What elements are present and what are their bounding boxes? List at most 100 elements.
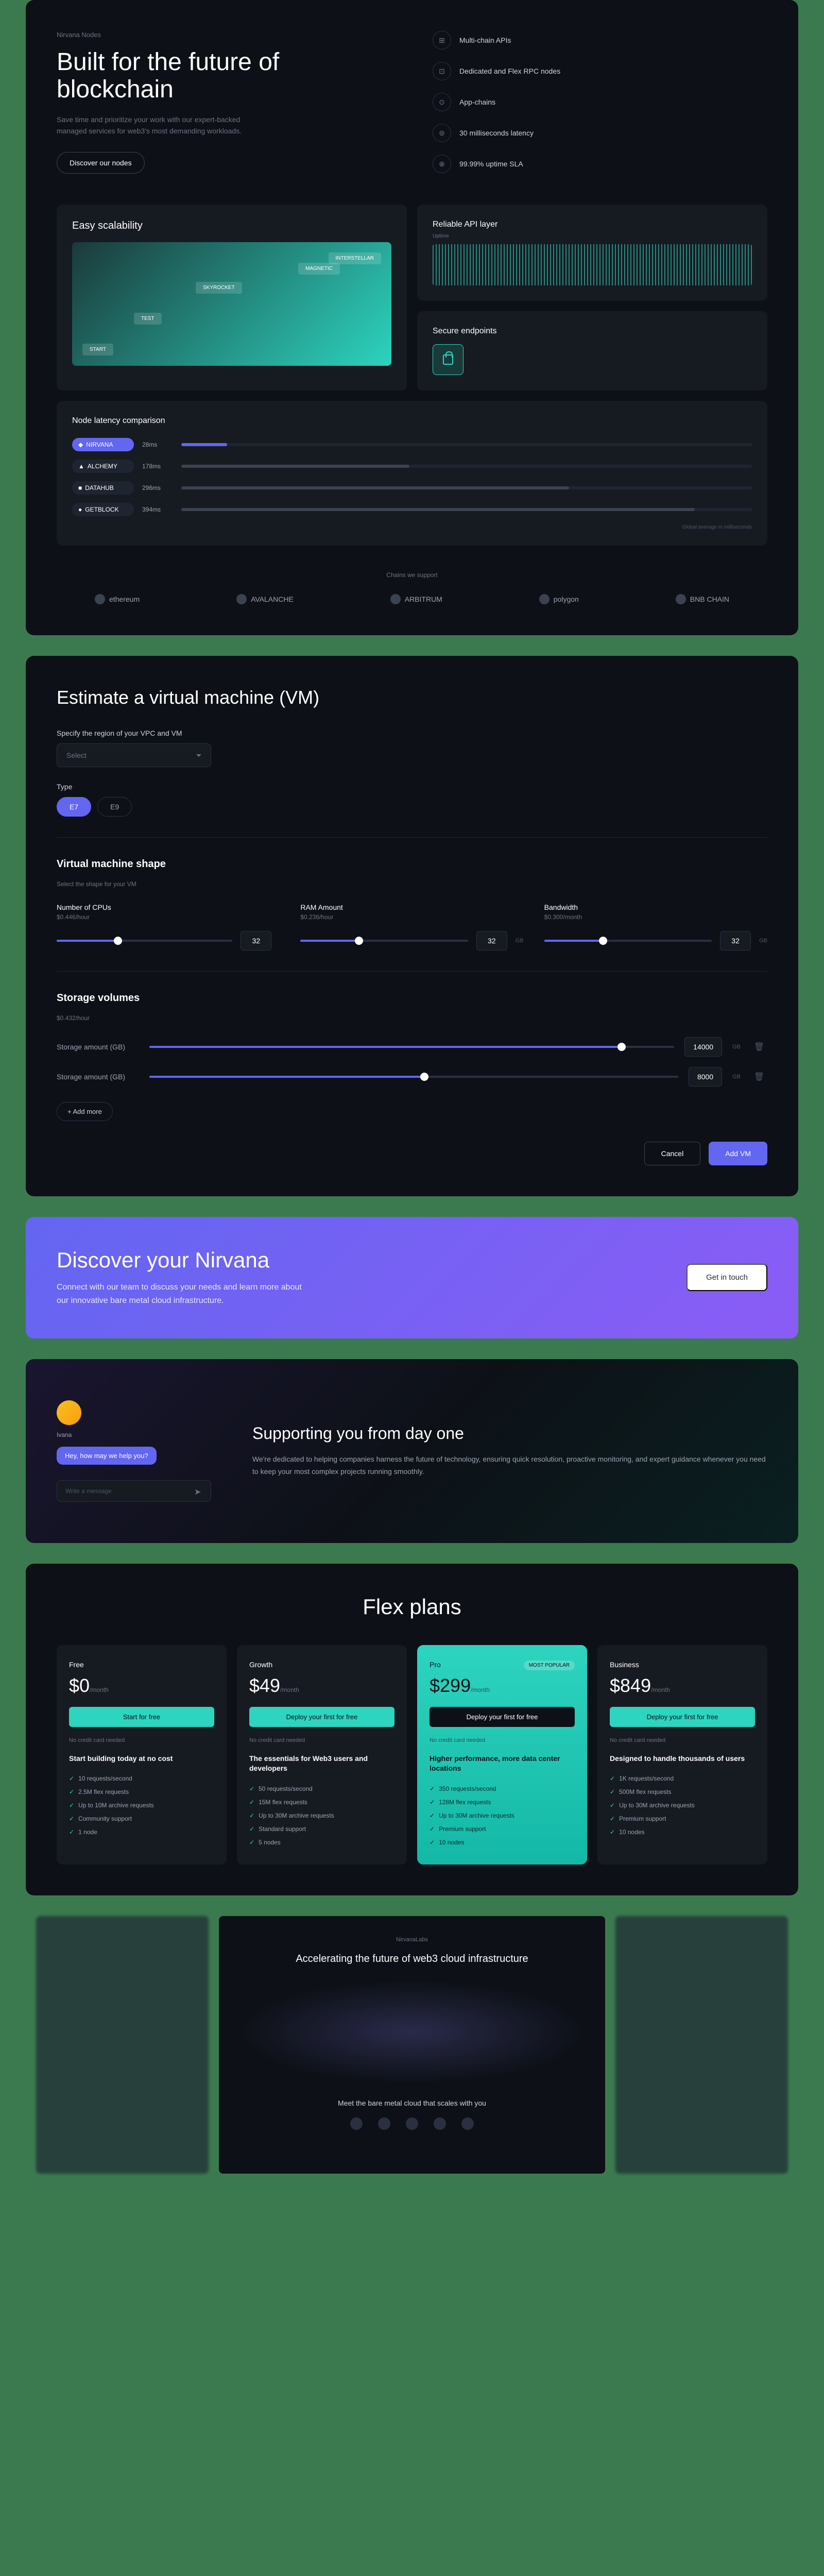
chat-input[interactable]: Write a message ➤ (57, 1480, 211, 1502)
latency-value: 28ms (142, 441, 173, 448)
appchains-icon: ⊙ (433, 93, 451, 111)
rpc-icon: ⊡ (433, 62, 451, 80)
chain-polygon: polygon (539, 594, 579, 604)
plan-price-unit: /month (280, 1686, 299, 1693)
region-placeholder: Select (66, 751, 87, 759)
preview-right-blur (615, 1916, 788, 2174)
type-pill-e7[interactable]: E7 (57, 797, 91, 817)
plan-cta-button[interactable]: Deploy your first for free (249, 1707, 394, 1727)
check-icon: ✓ (249, 1812, 254, 1819)
secure-title: Secure endpoints (433, 327, 752, 336)
plan-features: ✓1K requests/second✓500M flex requests✓U… (610, 1772, 755, 1839)
latency-footnote: Global average in milliseconds (72, 524, 752, 530)
scale-node-magnetic: MAGNETIC (298, 263, 340, 275)
check-icon: ✓ (69, 1828, 74, 1836)
plan-cta-button[interactable]: Deploy your first for free (430, 1707, 575, 1727)
latency-row-nirvana: ◆NIRVANA 28ms (72, 438, 752, 451)
trash-icon: 🗑 (754, 1072, 764, 1082)
spec-price: $0.236/hour (300, 913, 523, 921)
plan-feature: ✓5 nodes (249, 1836, 394, 1849)
latency-row-datahub: ■DATAHUB 296ms (72, 481, 752, 495)
chain-arbitrum: ARBITRUM (390, 594, 442, 604)
check-icon: ✓ (249, 1825, 254, 1833)
cpu-slider[interactable] (57, 940, 232, 942)
send-icon[interactable]: ➤ (194, 1487, 202, 1495)
vm-title: Estimate a virtual machine (VM) (57, 687, 767, 708)
plan-headline: Higher performance, more data center loc… (430, 1754, 575, 1774)
check-icon: ✓ (430, 1812, 435, 1819)
storage-slider-2[interactable] (149, 1076, 678, 1078)
storage-value-1[interactable]: 14000 (684, 1037, 722, 1057)
check-icon: ✓ (69, 1802, 74, 1809)
add-more-button[interactable]: + Add more (57, 1102, 113, 1121)
plan-features: ✓10 requests/second✓2.5M flex requests✓U… (69, 1772, 214, 1839)
chain-avalanche: AVALANCHE (236, 594, 294, 604)
support-text: We're dedicated to helping companies har… (252, 1453, 767, 1478)
bandwidth-slider[interactable] (544, 940, 712, 942)
region-select[interactable]: Select (57, 743, 211, 767)
pricing-title: Flex plans (57, 1595, 767, 1619)
check-icon: ✓ (610, 1815, 615, 1822)
scalability-title: Easy scalability (72, 220, 391, 232)
delete-storage-button[interactable]: 🗑 (751, 1069, 767, 1085)
polygon-icon (539, 594, 550, 604)
feature-rpc: ⊡ Dedicated and Flex RPC nodes (433, 62, 767, 80)
spec-label: RAM Amount (300, 903, 523, 911)
ram-slider[interactable] (300, 940, 468, 942)
latency-icon: ⊚ (433, 124, 451, 142)
discover-nodes-button[interactable]: Discover our nodes (57, 152, 145, 174)
lock-icon (443, 354, 453, 365)
check-icon: ✓ (610, 1775, 615, 1782)
get-in-touch-button[interactable]: Get in touch (686, 1264, 767, 1291)
bandwidth-value[interactable]: 32 (720, 931, 751, 951)
plan-price: $299 (430, 1675, 471, 1696)
check-icon: ✓ (430, 1799, 435, 1806)
scale-node-test: TEST (134, 313, 162, 325)
cpu-value[interactable]: 32 (241, 931, 271, 951)
storage-value-2[interactable]: 8000 (689, 1067, 722, 1087)
storage-slider-1[interactable] (149, 1046, 674, 1048)
scalability-chart: START TEST SKYROCKET MAGNETIC INTERSTELL… (72, 242, 391, 366)
plan-feature: ✓1K requests/second (610, 1772, 755, 1785)
plan-feature: ✓2.5M flex requests (69, 1785, 214, 1799)
plan-cta-button[interactable]: Deploy your first for free (610, 1707, 755, 1727)
plan-feature: ✓Premium support (610, 1812, 755, 1825)
cancel-button[interactable]: Cancel (644, 1142, 701, 1165)
multichain-icon: ⊞ (433, 31, 451, 49)
spec-price: $0.300/month (544, 913, 767, 921)
delete-storage-button[interactable]: 🗑 (751, 1039, 767, 1055)
check-icon: ✓ (610, 1802, 615, 1809)
latency-value: 394ms (142, 506, 173, 513)
feature-list: ⊞ Multi-chain APIs ⊡ Dedicated and Flex … (433, 31, 767, 173)
latency-title: Node latency comparison (72, 416, 752, 426)
plan-pro: MOST POPULAR Pro $299/month Deploy your … (417, 1645, 587, 1865)
discover-title: Discover your Nirvana (57, 1248, 314, 1273)
plan-feature: ✓10 nodes (610, 1825, 755, 1839)
plan-feature: ✓Premium support (430, 1822, 575, 1836)
hero-eyebrow: Nirvana Nodes (57, 31, 391, 39)
plan-feature: ✓15M flex requests (249, 1795, 394, 1809)
check-icon: ✓ (249, 1799, 254, 1806)
ram-value[interactable]: 32 (476, 931, 507, 951)
hero-subtitle: Save time and prioritize your work with … (57, 114, 263, 137)
chain-bnb: BNB CHAIN (676, 594, 729, 604)
api-card: Reliable API layer Uptime (417, 205, 767, 301)
check-icon: ✓ (610, 1828, 615, 1836)
feature-label: App-chains (459, 98, 495, 106)
plan-name: Business (610, 1660, 755, 1669)
feature-latency: ⊚ 30 milliseconds latency (433, 124, 767, 142)
plan-feature: ✓Up to 30M archive requests (249, 1809, 394, 1822)
check-icon: ✓ (69, 1815, 74, 1822)
discover-text: Connect with our team to discuss your ne… (57, 1281, 314, 1307)
preview-center: NirvanaLabs Accelerating the future of w… (219, 1916, 605, 2174)
add-vm-button[interactable]: Add VM (709, 1142, 767, 1165)
scale-node-start: START (82, 344, 113, 355)
type-pill-e9[interactable]: E9 (97, 797, 132, 817)
plan-cta-button[interactable]: Start for free (69, 1707, 214, 1727)
preview-chain-icon (378, 2117, 390, 2130)
plan-features: ✓50 requests/second✓15M flex requests✓Up… (249, 1782, 394, 1849)
spec-bandwidth: Bandwidth $0.300/month 32 GB (544, 903, 767, 951)
support-card: Ivana Hey, how may we help you? Write a … (26, 1359, 798, 1543)
storage-title: Storage volumes (57, 992, 767, 1004)
region-label: Specify the region of your VPC and VM (57, 729, 767, 737)
